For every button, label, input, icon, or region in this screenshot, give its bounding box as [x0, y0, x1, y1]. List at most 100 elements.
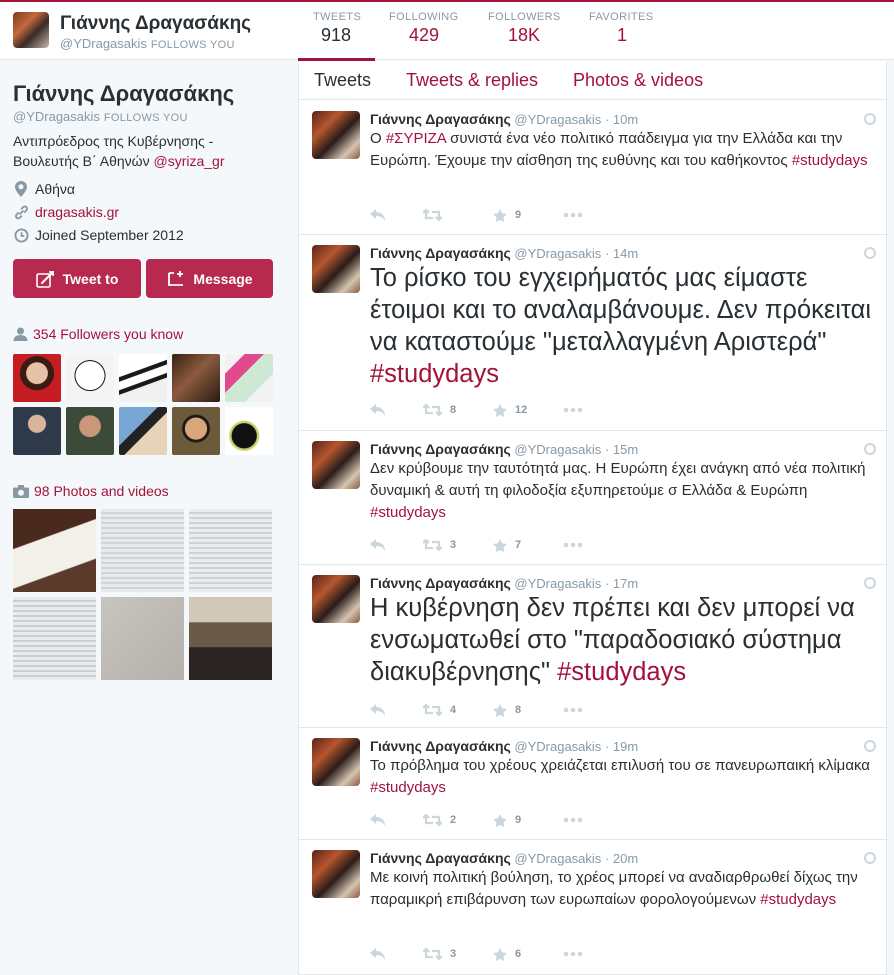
media-thumbnail[interactable] — [13, 597, 96, 680]
tweet-avatar[interactable] — [312, 850, 360, 898]
bio-mention-link[interactable]: @syriza_gr — [153, 153, 224, 169]
follower-avatar[interactable] — [13, 354, 61, 402]
reply-icon[interactable] — [370, 209, 423, 221]
profile-handle[interactable]: @YDragasakis — [13, 109, 100, 124]
media-thumbnail[interactable] — [189, 597, 272, 680]
favorite-button[interactable]: 12 — [493, 403, 563, 417]
reply-icon[interactable] — [370, 704, 423, 716]
tweet-timestamp[interactable]: · 10m — [605, 112, 638, 127]
retweet-button[interactable] — [423, 209, 493, 221]
more-options-icon[interactable] — [563, 542, 583, 548]
tweet-timestamp[interactable]: · 19m — [605, 739, 638, 754]
favorite-button[interactable]: 9 — [493, 813, 563, 827]
tweet-author-name[interactable]: Γιάννης Δραγασάκης — [370, 245, 511, 261]
profile-name[interactable]: Γιάννης Δραγασάκης — [13, 81, 234, 107]
reply-icon[interactable] — [370, 814, 423, 826]
media-thumbnail[interactable] — [189, 509, 272, 592]
retweet-button[interactable]: 4 — [423, 704, 493, 716]
website-link[interactable]: dragasakis.gr — [35, 204, 119, 220]
follower-avatar[interactable] — [225, 407, 273, 455]
follower-avatar[interactable] — [172, 354, 220, 402]
tweet-header: Γιάννης Δραγασάκης @YDragasakis · 20m — [370, 850, 638, 866]
tweet-actions: 37 — [370, 536, 583, 554]
tab-photos-videos[interactable]: Photos & videos — [573, 70, 703, 91]
photos-videos-link[interactable]: 98 Photos and videos — [13, 483, 169, 499]
media-thumbnail[interactable] — [13, 509, 96, 592]
tweet-author-name[interactable]: Γιάννης Δραγασάκης — [370, 850, 511, 866]
tweet-author-handle[interactable]: @YDragasakis — [514, 576, 601, 591]
tab-tweets[interactable]: Tweets — [314, 70, 371, 91]
favorite-button[interactable]: 6 — [493, 947, 563, 961]
tweet-timestamp[interactable]: · 14m — [605, 246, 638, 261]
favorite-button[interactable]: 9 — [493, 208, 563, 222]
star-icon — [493, 947, 507, 961]
reply-icon[interactable] — [370, 404, 423, 416]
tab-tweets-replies[interactable]: Tweets & replies — [406, 70, 538, 91]
media-thumbnail[interactable] — [101, 597, 184, 680]
tweet-avatar[interactable] — [312, 575, 360, 623]
retweet-button[interactable]: 2 — [423, 814, 493, 826]
more-options-icon[interactable] — [563, 407, 583, 413]
retweet-button[interactable]: 8 — [423, 404, 493, 416]
follower-avatar[interactable] — [66, 407, 114, 455]
follower-avatar[interactable] — [66, 354, 114, 402]
favorite-count: 9 — [515, 814, 522, 826]
tweet-author-name[interactable]: Γιάννης Δραγασάκης — [370, 575, 511, 591]
stat-favorites[interactable]: FAVORITES 1 — [589, 11, 654, 46]
stat-tweets[interactable]: TWEETS 918 — [313, 11, 361, 46]
tweet-author-handle[interactable]: @YDragasakis — [514, 442, 601, 457]
tweet-author-name[interactable]: Γιάννης Δραγασάκης — [370, 738, 511, 754]
tweet-avatar[interactable] — [312, 441, 360, 489]
tweet-author-name[interactable]: Γιάννης Δραγασάκης — [370, 441, 511, 457]
stat-label: FOLLOWERS — [488, 11, 561, 23]
tweet-author-name[interactable]: Γιάννης Δραγασάκης — [370, 111, 511, 127]
tweet-avatar[interactable] — [312, 111, 360, 159]
hashtag-link[interactable]: #studydays — [370, 360, 499, 388]
retweet-icon — [423, 539, 442, 551]
follower-avatar[interactable] — [119, 354, 167, 402]
favorite-button[interactable]: 7 — [493, 538, 563, 552]
header-name[interactable]: Γιάννης Δραγασάκης — [60, 13, 251, 35]
follower-avatar[interactable] — [172, 407, 220, 455]
header-handle-row: @YDragasakis FOLLOWS YOU — [60, 36, 235, 51]
tweet-avatar[interactable] — [312, 738, 360, 786]
stat-value: 18K — [508, 25, 541, 45]
tweet-timestamp[interactable]: · 20m — [605, 851, 638, 866]
tweet-to-button[interactable]: Tweet to — [13, 259, 141, 298]
stat-following[interactable]: FOLLOWING 429 — [389, 11, 459, 46]
favorite-button[interactable]: 8 — [493, 703, 563, 717]
hashtag-link[interactable]: #studydays — [792, 152, 868, 169]
tweet-author-handle[interactable]: @YDragasakis — [514, 739, 601, 754]
more-options-icon[interactable] — [563, 212, 583, 218]
more-options-icon[interactable] — [563, 707, 583, 713]
tweet-text: Το πρόβλημα του χρέους χρειάζεται επιλυσ… — [370, 755, 875, 799]
follower-avatar[interactable] — [119, 407, 167, 455]
retweet-button[interactable]: 3 — [423, 948, 493, 960]
header-avatar[interactable] — [13, 12, 49, 48]
tweet-header: Γιάννης Δραγασάκης @YDragasakis · 14m — [370, 245, 638, 261]
retweet-button[interactable]: 3 — [423, 539, 493, 551]
reply-icon[interactable] — [370, 539, 423, 551]
hashtag-link[interactable]: #studydays — [370, 779, 446, 796]
hashtag-link[interactable]: #ΣΥΡΙΖΑ — [386, 130, 446, 147]
media-thumbnail[interactable] — [101, 509, 184, 592]
tweet-avatar[interactable] — [312, 245, 360, 293]
reply-icon[interactable] — [370, 948, 423, 960]
follower-avatar[interactable] — [13, 407, 61, 455]
stat-followers[interactable]: FOLLOWERS 18K — [488, 11, 561, 46]
message-button[interactable]: Message — [146, 259, 273, 298]
tweet-timestamp[interactable]: · 17m — [605, 576, 638, 591]
tweet-author-handle[interactable]: @YDragasakis — [514, 851, 601, 866]
hashtag-link[interactable]: #studydays — [557, 658, 686, 686]
tweet-author-handle[interactable]: @YDragasakis — [514, 246, 601, 261]
hashtag-link[interactable]: #studydays — [760, 891, 836, 908]
followers-you-know-link[interactable]: 354 Followers you know — [13, 326, 183, 342]
more-options-icon[interactable] — [563, 817, 583, 823]
tweet-timestamp[interactable]: · 15m — [605, 442, 638, 457]
hashtag-link[interactable]: #studydays — [370, 504, 446, 521]
follower-avatar[interactable] — [225, 354, 273, 402]
tweet-author-handle[interactable]: @YDragasakis — [514, 112, 601, 127]
more-options-icon[interactable] — [563, 951, 583, 957]
header-handle[interactable]: @YDragasakis — [60, 36, 147, 51]
retweet-count: 8 — [450, 404, 457, 416]
